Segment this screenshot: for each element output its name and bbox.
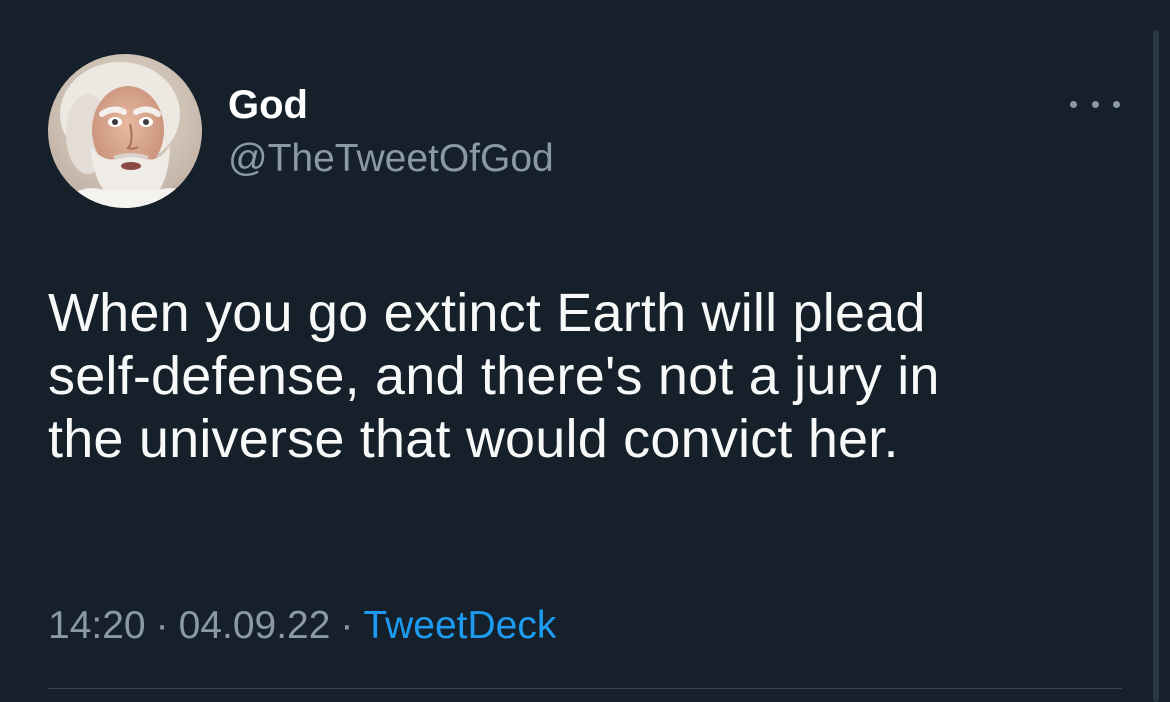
more-options-button[interactable] [1070, 94, 1120, 114]
meta-separator: · [340, 604, 354, 647]
more-options-icon [1113, 100, 1120, 108]
tweet-card: God @TheTweetOfGod When you go extinct E… [0, 0, 1170, 702]
display-name[interactable]: God [228, 82, 308, 128]
more-options-icon [1070, 100, 1077, 108]
user-handle[interactable]: @TheTweetOfGod [228, 136, 554, 182]
scrollbar[interactable] [1153, 30, 1159, 702]
tweet-source-link[interactable]: TweetDeck [363, 604, 556, 647]
more-options-icon [1091, 100, 1099, 108]
meta-separator: · [155, 604, 169, 647]
tweet-date[interactable]: 04.09.22 [179, 604, 331, 647]
divider [48, 688, 1122, 689]
avatar[interactable] [48, 54, 202, 208]
tweet-text: When you go extinct Earth will plead sel… [48, 283, 940, 469]
tweet-time[interactable]: 14:20 [48, 604, 146, 647]
tweet-meta: 14:20 · 04.09.22 · TweetDeck [48, 602, 556, 650]
avatar-photo-icon [48, 54, 202, 208]
